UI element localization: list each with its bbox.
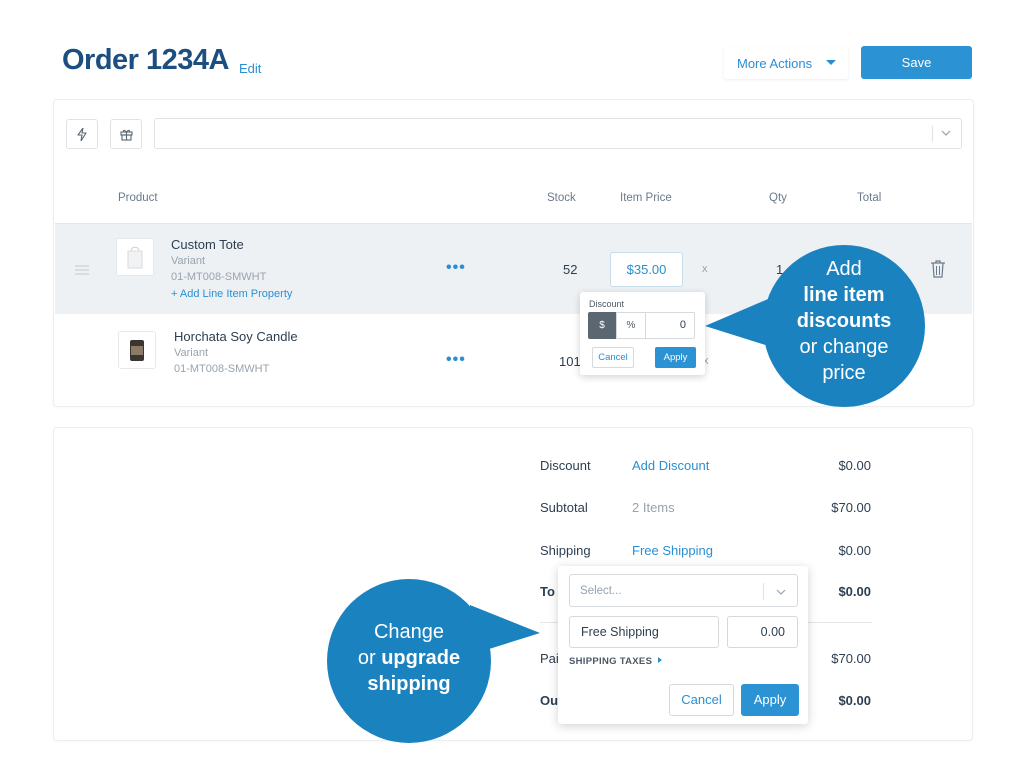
page-title: Order 1234A [62, 44, 230, 76]
subtotal-label: Subtotal [540, 500, 588, 515]
callout-line: price [822, 362, 866, 384]
multiply-sign: x [702, 263, 708, 275]
total-label: To [540, 584, 555, 599]
product-sku: 01-MT008-SMWHT [174, 363, 270, 375]
discount-summary-label: Discount [540, 458, 591, 473]
discount-summary-value: $0.00 [838, 458, 871, 473]
shipping-method-link[interactable]: Free Shipping [632, 543, 713, 558]
item-price-input[interactable]: $35.00 [610, 252, 683, 287]
add-discount-link[interactable]: Add Discount [632, 458, 709, 473]
callout-text: or [357, 647, 382, 669]
more-options-icon[interactable]: ••• [446, 259, 466, 277]
select-placeholder: Select... [580, 585, 622, 597]
callout-text: upgrade [381, 647, 461, 669]
more-actions-button[interactable]: More Actions [724, 47, 848, 79]
lightning-icon [77, 128, 87, 141]
shipping-taxes-toggle[interactable]: SHIPPING TAXES [569, 656, 663, 667]
shipping-name-input[interactable]: Free Shipping [569, 616, 719, 648]
shipping-apply-button[interactable]: Apply [741, 684, 799, 716]
more-actions-label: More Actions [737, 56, 813, 71]
shipping-method-select[interactable]: Select... [569, 574, 798, 607]
product-name[interactable]: Horchata Soy Candle [174, 329, 298, 344]
chevron-down-icon[interactable] [940, 127, 952, 139]
divider [763, 583, 764, 600]
gift-icon [120, 129, 133, 141]
column-header-total: Total [857, 192, 882, 204]
shipping-callout: Change or upgrade shipping [327, 579, 491, 743]
more-options-icon[interactable]: ••• [446, 351, 466, 369]
callout-line: discounts [796, 310, 892, 332]
discount-cancel-button[interactable]: Cancel [592, 347, 634, 368]
column-header-qty: Qty [769, 192, 787, 204]
product-thumbnail [118, 331, 156, 369]
column-header-stock: Stock [547, 192, 576, 204]
drag-handle-icon[interactable] [75, 264, 89, 276]
tote-bag-icon [127, 246, 143, 269]
discount-popover: Discount $ % 0 Cancel Apply [580, 292, 705, 375]
discount-type-percent[interactable]: % [616, 312, 646, 339]
discount-type-dollar[interactable]: $ [588, 312, 616, 339]
discount-amount-input[interactable]: 0 [646, 312, 695, 339]
gift-button[interactable] [110, 119, 142, 149]
trash-icon[interactable] [930, 260, 946, 278]
shipping-taxes-label: SHIPPING TAXES [569, 656, 653, 667]
callout-line: or change [799, 336, 889, 358]
column-header-product: Product [118, 192, 158, 204]
save-button[interactable]: Save [861, 46, 972, 79]
shipping-popover: Select... Free Shipping 0.00 SHIPPING TA… [558, 566, 808, 724]
discount-apply-button[interactable]: Apply [655, 347, 696, 368]
stock-value: 101 [559, 354, 581, 369]
discount-callout: Add line item discounts or change price [763, 245, 925, 407]
shipping-label: Shipping [540, 543, 591, 558]
product-variant: Variant [174, 347, 209, 359]
shipping-price-input[interactable]: 0.00 [727, 616, 798, 648]
outstanding-label: Ou [540, 693, 559, 708]
callout-line: shipping [367, 673, 451, 695]
edit-link[interactable]: Edit [239, 61, 261, 76]
column-header-item-price: Item Price [620, 192, 672, 204]
product-search-input[interactable] [154, 118, 962, 149]
callout-line: Add [826, 258, 862, 280]
discount-label: Discount [589, 299, 625, 309]
callout-line: or upgrade [327, 645, 491, 671]
product-thumbnail [116, 238, 154, 276]
product-name[interactable]: Custom Tote [171, 237, 244, 252]
product-sku: 01-MT008-SMWHT [171, 271, 267, 283]
subtotal-items: 2 Items [632, 500, 675, 515]
shipping-value: $0.00 [838, 543, 871, 558]
caret-down-icon [826, 60, 836, 65]
candle-icon [130, 340, 144, 361]
callout-line: Change [373, 621, 445, 643]
stock-value: 52 [563, 262, 578, 277]
shipping-cancel-button[interactable]: Cancel [669, 684, 734, 716]
product-variant: Variant [171, 255, 206, 267]
subtotal-value: $70.00 [831, 500, 871, 515]
add-line-item-property-link[interactable]: + Add Line Item Property [171, 288, 292, 300]
callout-line: line item [803, 284, 885, 306]
paid-label: Pai [540, 651, 559, 666]
quick-action-button[interactable] [66, 119, 98, 149]
chevron-down-icon [776, 589, 786, 595]
divider [932, 126, 933, 142]
caret-right-icon [658, 657, 663, 663]
